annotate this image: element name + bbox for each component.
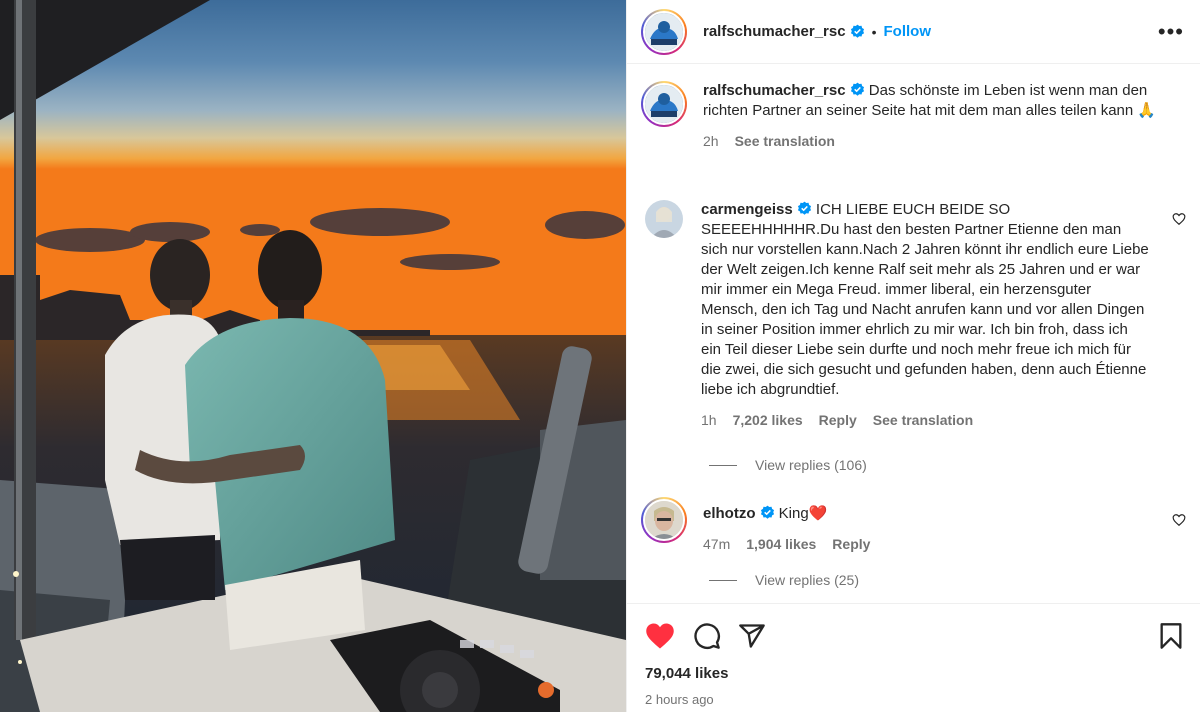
replies-divider-line bbox=[709, 464, 737, 466]
verified-icon bbox=[797, 201, 811, 215]
comment-likes[interactable]: 7,202 likes bbox=[733, 410, 803, 430]
caption-emoji: 🙏 bbox=[1137, 102, 1157, 119]
verified-icon bbox=[850, 24, 864, 38]
comment-item: carmengeiss ICH LIEBE EUCH BEIDE SO SEEE… bbox=[645, 200, 1186, 430]
separator-dot: • bbox=[871, 23, 877, 40]
post-sidebar: ralfschumacher_rsc • Follow ••• ralfschu… bbox=[626, 0, 1200, 712]
comment-username[interactable]: elhotzo bbox=[703, 505, 756, 522]
author-avatar[interactable] bbox=[641, 8, 687, 55]
view-replies-button[interactable]: View replies (106) bbox=[709, 457, 867, 473]
caption-time[interactable]: 2h bbox=[703, 131, 719, 151]
caption: ralfschumacher_rsc Das schönste im Leben… bbox=[641, 81, 1184, 151]
comment-avatar[interactable] bbox=[641, 497, 687, 543]
share-icon[interactable] bbox=[738, 622, 766, 650]
likes-count[interactable]: 79,044 likes bbox=[645, 665, 728, 682]
view-replies-button[interactable]: View replies (25) bbox=[709, 572, 859, 588]
comment-like-heart-icon[interactable] bbox=[1172, 513, 1186, 527]
comment-like-heart-icon[interactable] bbox=[1172, 212, 1186, 226]
reply-button[interactable]: Reply bbox=[832, 534, 870, 554]
comment-meta: 1h 7,202 likes Reply See translation bbox=[701, 410, 1151, 430]
verified-icon bbox=[850, 82, 864, 96]
comment-likes[interactable]: 1,904 likes bbox=[746, 534, 816, 554]
comment-emoji: ❤️ bbox=[808, 505, 828, 522]
post-photo bbox=[0, 0, 626, 712]
comments-list[interactable]: ralfschumacher_rsc Das schönste im Leben… bbox=[627, 65, 1200, 603]
caption-avatar-image bbox=[645, 85, 683, 123]
view-replies-label[interactable]: View replies (25) bbox=[755, 572, 859, 588]
follow-button[interactable]: Follow bbox=[884, 23, 932, 40]
caption-username[interactable]: ralfschumacher_rsc bbox=[703, 82, 846, 99]
more-icon[interactable]: ••• bbox=[1158, 20, 1184, 42]
heart-icon[interactable] bbox=[645, 622, 675, 650]
verified-icon bbox=[760, 505, 774, 519]
author-username[interactable]: ralfschumacher_rsc bbox=[703, 23, 846, 40]
caption-meta: 2h See translation bbox=[703, 131, 1173, 151]
comment-time[interactable]: 1h bbox=[701, 410, 717, 430]
post-header: ralfschumacher_rsc • Follow ••• bbox=[627, 0, 1200, 64]
comment-text: King bbox=[778, 505, 809, 522]
comment-item: elhotzo King❤️ 47m 1,904 likes Reply bbox=[641, 497, 1186, 554]
author-avatar-image bbox=[645, 12, 683, 51]
see-translation-link[interactable]: See translation bbox=[873, 410, 973, 430]
comment-icon[interactable] bbox=[693, 622, 721, 650]
post-modal: ralfschumacher_rsc • Follow ••• ralfschu… bbox=[0, 0, 1200, 712]
reply-button[interactable]: Reply bbox=[819, 410, 857, 430]
comment-avatar-image bbox=[645, 501, 683, 539]
comment-username[interactable]: carmengeiss bbox=[701, 201, 793, 218]
comment-body: elhotzo King❤️ 47m 1,904 likes Reply bbox=[703, 497, 1153, 554]
comment-meta: 47m 1,904 likes Reply bbox=[703, 534, 1153, 554]
post-actions: 79,044 likes 2 hours ago bbox=[627, 603, 1200, 712]
comment-avatar[interactable] bbox=[645, 200, 683, 238]
see-translation-link[interactable]: See translation bbox=[735, 131, 835, 151]
caption-avatar[interactable] bbox=[641, 81, 687, 127]
comment-time[interactable]: 47m bbox=[703, 534, 730, 554]
comment-body: carmengeiss ICH LIEBE EUCH BEIDE SO SEEE… bbox=[701, 200, 1151, 430]
comment-text: ICH LIEBE EUCH BEIDE SO SEEEEHHHHHR.Du h… bbox=[701, 201, 1149, 398]
comment-avatar-image bbox=[645, 200, 683, 238]
caption-body: ralfschumacher_rsc Das schönste im Leben… bbox=[703, 81, 1173, 151]
view-replies-label[interactable]: View replies (106) bbox=[755, 457, 867, 473]
sunset-boat-photo bbox=[0, 0, 626, 712]
replies-divider-line bbox=[709, 579, 737, 581]
post-timestamp[interactable]: 2 hours ago bbox=[645, 692, 714, 707]
bookmark-icon[interactable] bbox=[1159, 622, 1183, 650]
